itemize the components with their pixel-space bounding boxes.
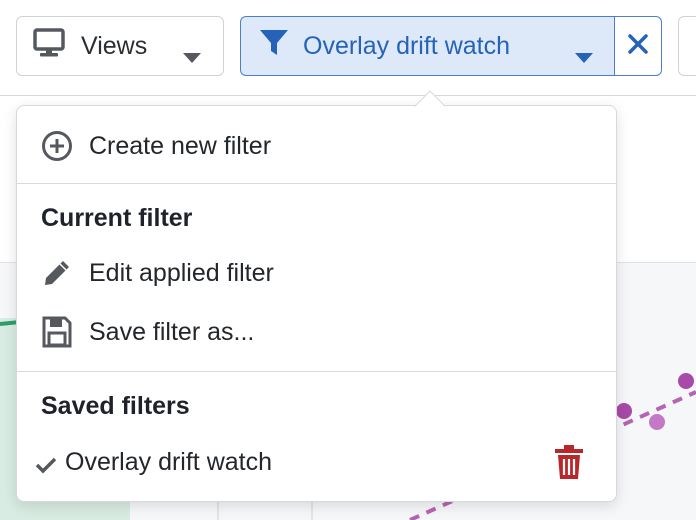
saved-filter-label: Overlay drift watch (65, 448, 273, 476)
saved-filter-item[interactable]: Overlay drift watch (17, 436, 616, 488)
edit-filter-item[interactable]: Edit applied filter (17, 247, 616, 299)
save-filter-as-label: Save filter as... (89, 317, 255, 346)
menu-divider (17, 371, 616, 372)
create-filter-item[interactable]: Create new filter (17, 120, 616, 172)
filter-dropdown-menu: Create new filter Current filter Edit ap… (16, 90, 617, 502)
trash-icon[interactable] (553, 444, 585, 487)
views-button[interactable]: Views (16, 16, 224, 76)
views-label: Views (81, 31, 148, 60)
chevron-down-icon (575, 42, 593, 71)
close-icon (628, 32, 648, 61)
overflow-toolbar-button[interactable] (678, 16, 696, 76)
series-point (649, 414, 665, 430)
current-filter-heading: Current filter (41, 204, 193, 232)
pencil-icon (41, 258, 73, 288)
menu-divider (17, 183, 616, 184)
saved-filters-heading: Saved filters (41, 392, 190, 420)
toolbar: Views Overlay drift watch (0, 0, 696, 96)
save-filter-as-item[interactable]: Save filter as... (17, 306, 616, 358)
clock-icon (691, 30, 696, 63)
clear-filter-button[interactable] (614, 16, 662, 76)
plus-circle-icon (41, 130, 73, 162)
active-filter-button[interactable]: Overlay drift watch (240, 16, 615, 76)
edit-filter-label: Edit applied filter (89, 258, 274, 287)
filter-funnel-icon (259, 29, 289, 64)
checkmark-icon (35, 452, 57, 481)
series-point (678, 373, 694, 389)
series-point (616, 403, 632, 419)
create-filter-label: Create new filter (89, 131, 272, 160)
monitor-icon (33, 27, 65, 65)
floppy-disk-icon (41, 316, 73, 348)
active-filter-label: Overlay drift watch (303, 31, 511, 60)
chevron-down-icon (183, 42, 201, 71)
